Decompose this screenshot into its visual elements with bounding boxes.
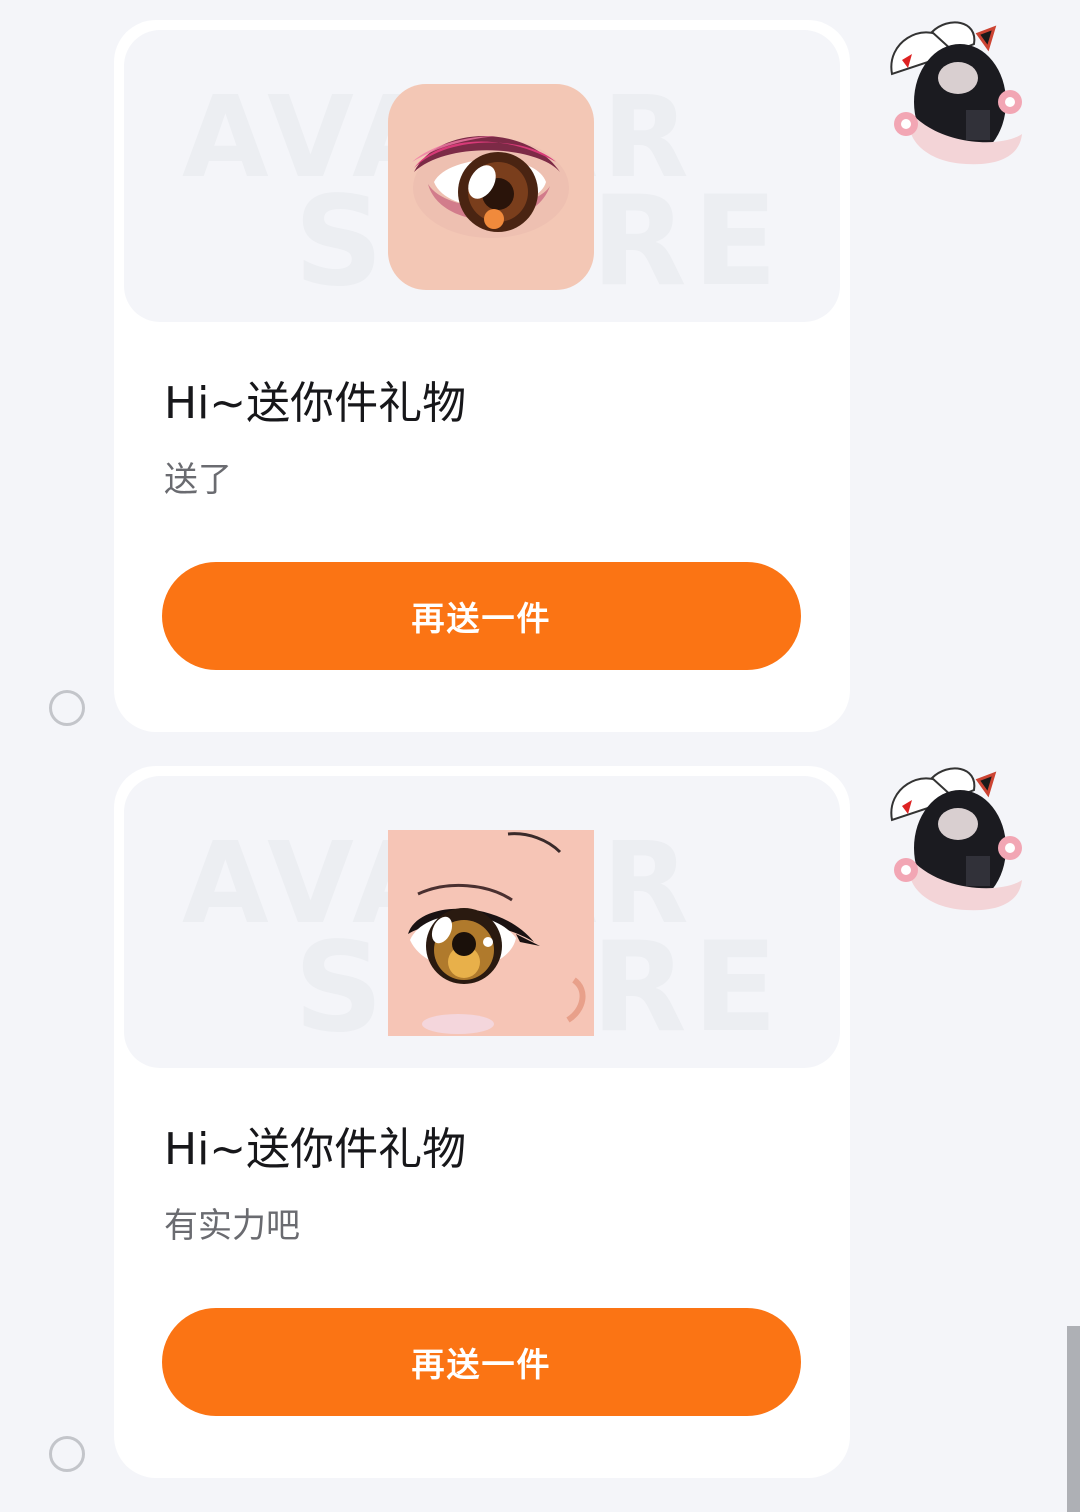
gift-message-card: AVATAR STORE Hi~送你件礼物 bbox=[114, 20, 850, 732]
gift-title: Hi~送你件礼物 bbox=[164, 378, 467, 429]
select-message-radio[interactable] bbox=[49, 1436, 85, 1472]
gift-message-card: AVATAR STORE bbox=[114, 766, 850, 1478]
gift-banner: AVATAR STORE bbox=[124, 776, 840, 1068]
send-another-button[interactable]: 再送一件 bbox=[162, 1308, 801, 1416]
amber-anime-eye-icon[interactable] bbox=[388, 830, 594, 1036]
select-message-radio[interactable] bbox=[49, 690, 85, 726]
scrollbar[interactable] bbox=[1067, 1326, 1080, 1512]
pink-eyeshadow-eye-icon[interactable] bbox=[388, 84, 594, 290]
sender-avatar[interactable] bbox=[882, 760, 1032, 920]
gift-banner: AVATAR STORE bbox=[124, 30, 840, 322]
gift-title: Hi~送你件礼物 bbox=[164, 1124, 467, 1175]
send-another-button[interactable]: 再送一件 bbox=[162, 562, 801, 670]
gift-message-text: 送了 bbox=[164, 460, 232, 500]
chat-screen: AVATAR STORE Hi~送你件礼物 bbox=[0, 0, 1080, 1512]
sender-avatar[interactable] bbox=[882, 14, 1032, 174]
gift-message-text: 有实力吧 bbox=[164, 1206, 300, 1246]
